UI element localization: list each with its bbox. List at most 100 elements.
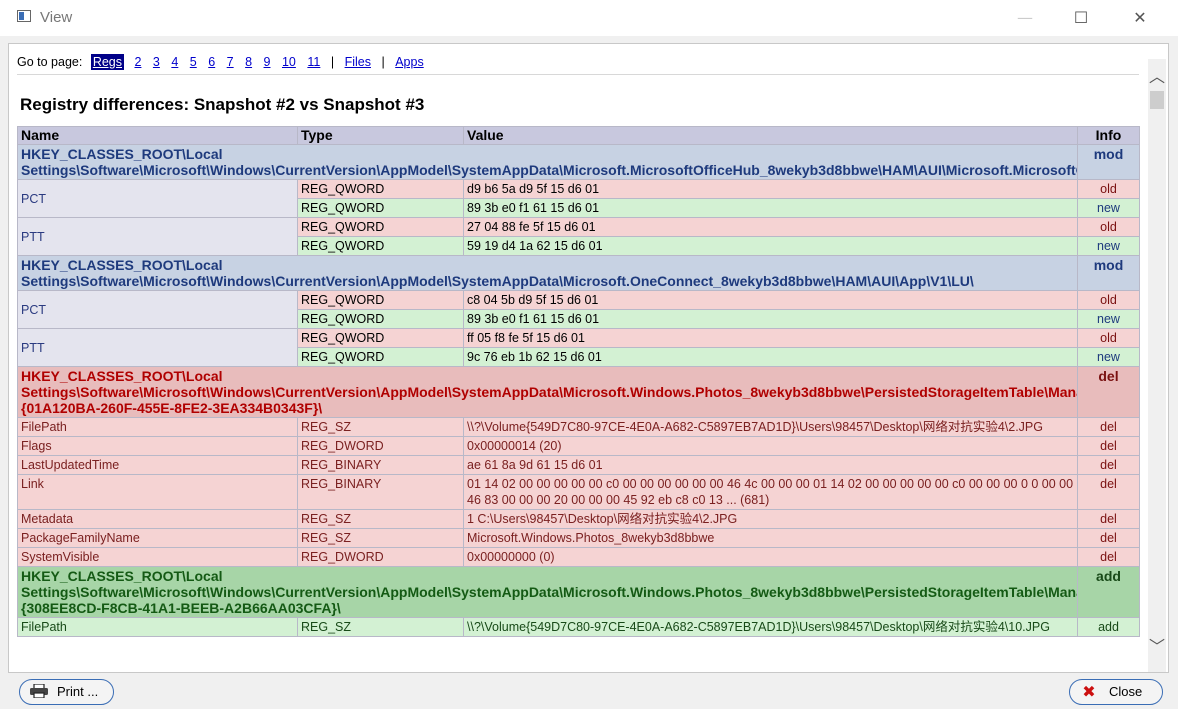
scroll-up-icon[interactable]: ︿: [1148, 63, 1166, 87]
window-title: View: [40, 9, 73, 26]
value-data: 89 3b e0 f1 61 15 d6 01: [463, 198, 1078, 218]
close-button-label: Close: [1109, 684, 1143, 699]
value-data: ff 05 f8 fe 5f 15 d6 01: [463, 328, 1078, 348]
table-row: FilePath REG_SZ \\?\Volume{549D7C80-97CE…: [17, 417, 1140, 437]
registry-diff-table: Name Type Value Info HKEY_CLASSES_ROOT\L…: [17, 126, 1140, 637]
change-status: new: [1077, 198, 1140, 218]
table-row: Flags REG_DWORD 0x00000014 (20) del: [17, 436, 1140, 456]
value-name: SystemVisible: [17, 547, 298, 567]
change-status: new: [1077, 236, 1140, 256]
page-link-2[interactable]: 2: [134, 55, 141, 69]
value-type: REG_SZ: [297, 509, 464, 529]
report-body: Go to page: Regs 2 3 4 5 6 7 8 9 10 11 |…: [17, 44, 1140, 637]
table-row: PTT REG_QWORD ff 05 f8 fe 5f 15 d6 01 ol…: [17, 328, 1140, 367]
page-link-4[interactable]: 4: [171, 55, 178, 69]
dialog-footer: Print ... ✖ Close: [0, 675, 1178, 709]
scroll-down-icon[interactable]: ﹀: [1148, 633, 1166, 657]
value-name: FilePath: [17, 417, 298, 437]
maximize-button[interactable]: ☐: [1058, 0, 1104, 36]
value-name: FilePath: [17, 617, 298, 637]
value-data: \\?\Volume{549D7C80-97CE-4E0A-A682-C5897…: [463, 417, 1078, 437]
value-name: Metadata: [17, 509, 298, 529]
change-status: new: [1077, 347, 1140, 367]
change-status: del: [1077, 417, 1140, 437]
minimize-button[interactable]: —: [1002, 0, 1048, 36]
value-type: REG_QWORD: [297, 198, 464, 218]
table-row: LastUpdatedTime REG_BINARY ae 61 8a 9d 6…: [17, 455, 1140, 475]
value-data: 1 C:\Users\98457\Desktop\网络对抗实验4\2.JPG: [463, 509, 1078, 529]
page-link-7[interactable]: 7: [227, 55, 234, 69]
value-name: PackageFamilyName: [17, 528, 298, 548]
column-header-name: Name: [17, 126, 298, 145]
value-name: PCT: [17, 179, 298, 218]
value-data: \\?\Volume{549D7C80-97CE-4E0A-A682-C5897…: [463, 617, 1078, 637]
close-window-button[interactable]: ✕: [1117, 0, 1163, 36]
nav-separator: |: [381, 55, 385, 69]
value-data: c8 04 5b d9 5f 15 d6 01: [463, 290, 1078, 310]
value-name: PTT: [17, 217, 298, 256]
value-type: REG_QWORD: [297, 347, 464, 367]
value-type: REG_DWORD: [297, 436, 464, 456]
vertical-scrollbar[interactable]: ︿ ﹀: [1148, 59, 1166, 672]
value-data: Microsoft.Windows.Photos_8wekyb3d8bbwe: [463, 528, 1078, 548]
change-status: old: [1077, 290, 1140, 310]
page-link-6[interactable]: 6: [208, 55, 215, 69]
change-status: del: [1077, 547, 1140, 567]
value-data: 89 3b e0 f1 61 15 d6 01: [463, 309, 1078, 329]
table-row: Link REG_BINARY 01 14 02 00 00 00 00 00 …: [17, 474, 1140, 510]
table-row: FilePath REG_SZ \\?\Volume{549D7C80-97CE…: [17, 617, 1140, 637]
print-button[interactable]: Print ...: [19, 679, 114, 705]
page-link-11[interactable]: 11: [307, 55, 320, 69]
value-type: REG_QWORD: [297, 328, 464, 348]
value-type: REG_BINARY: [297, 455, 464, 475]
page-link-3[interactable]: 3: [153, 55, 160, 69]
table-row: PCT REG_QWORD c8 04 5b d9 5f 15 d6 01 ol…: [17, 290, 1140, 329]
close-button[interactable]: ✖ Close: [1069, 679, 1163, 705]
value-type: REG_SZ: [297, 417, 464, 437]
value-name: Link: [17, 474, 298, 510]
registry-key-row: HKEY_CLASSES_ROOT\Local Settings\Softwar…: [17, 144, 1140, 180]
window-app-icon: [17, 10, 31, 22]
value-data: 59 19 d4 1a 62 15 d6 01: [463, 236, 1078, 256]
scroll-thumb[interactable]: [1150, 91, 1164, 109]
column-header-type: Type: [297, 126, 464, 145]
report-view: Go to page: Regs 2 3 4 5 6 7 8 9 10 11 |…: [8, 43, 1169, 673]
change-status: old: [1077, 217, 1140, 237]
close-x-icon: ✖: [1082, 682, 1096, 701]
value-data: 9c 76 eb 1b 62 15 d6 01: [463, 347, 1078, 367]
page-link-9[interactable]: 9: [264, 55, 271, 69]
change-status: del: [1077, 509, 1140, 529]
value-type: REG_DWORD: [297, 547, 464, 567]
page-link-8[interactable]: 8: [245, 55, 252, 69]
value-type: REG_QWORD: [297, 217, 464, 237]
page-link-5[interactable]: 5: [190, 55, 197, 69]
page-link-regs[interactable]: Regs: [90, 54, 124, 70]
value-type: REG_SZ: [297, 617, 464, 637]
change-status: del: [1077, 528, 1140, 548]
column-header-info: Info: [1077, 126, 1140, 145]
printer-icon: [30, 684, 48, 698]
change-status: add: [1077, 617, 1140, 637]
value-type: REG_QWORD: [297, 179, 464, 199]
value-data: 0x00000000 (0): [463, 547, 1078, 567]
page-navigation: Go to page: Regs 2 3 4 5 6 7 8 9 10 11 |…: [17, 44, 1139, 75]
value-type: REG_QWORD: [297, 309, 464, 329]
key-status: del: [1077, 366, 1140, 418]
value-type: REG_QWORD: [297, 290, 464, 310]
registry-key-row: HKEY_CLASSES_ROOT\Local Settings\Softwar…: [17, 255, 1140, 291]
value-data: d9 b6 5a d9 5f 15 d6 01: [463, 179, 1078, 199]
value-data: 0x00000014 (20): [463, 436, 1078, 456]
table-row: SystemVisible REG_DWORD 0x00000000 (0) d…: [17, 547, 1140, 567]
registry-key-path: HKEY_CLASSES_ROOT\Local Settings\Softwar…: [17, 255, 1078, 291]
apps-link[interactable]: Apps: [395, 55, 424, 69]
files-link[interactable]: Files: [345, 55, 371, 69]
key-status: add: [1077, 566, 1140, 618]
value-type: REG_BINARY: [297, 474, 464, 510]
change-status: old: [1077, 179, 1140, 199]
page-link-10[interactable]: 10: [282, 55, 296, 69]
value-name: PTT: [17, 328, 298, 367]
change-status: del: [1077, 474, 1140, 510]
title-bar: View — ☐ ✕: [0, 0, 1178, 36]
value-data: 27 04 88 fe 5f 15 d6 01: [463, 217, 1078, 237]
table-row: PackageFamilyName REG_SZ Microsoft.Windo…: [17, 528, 1140, 548]
